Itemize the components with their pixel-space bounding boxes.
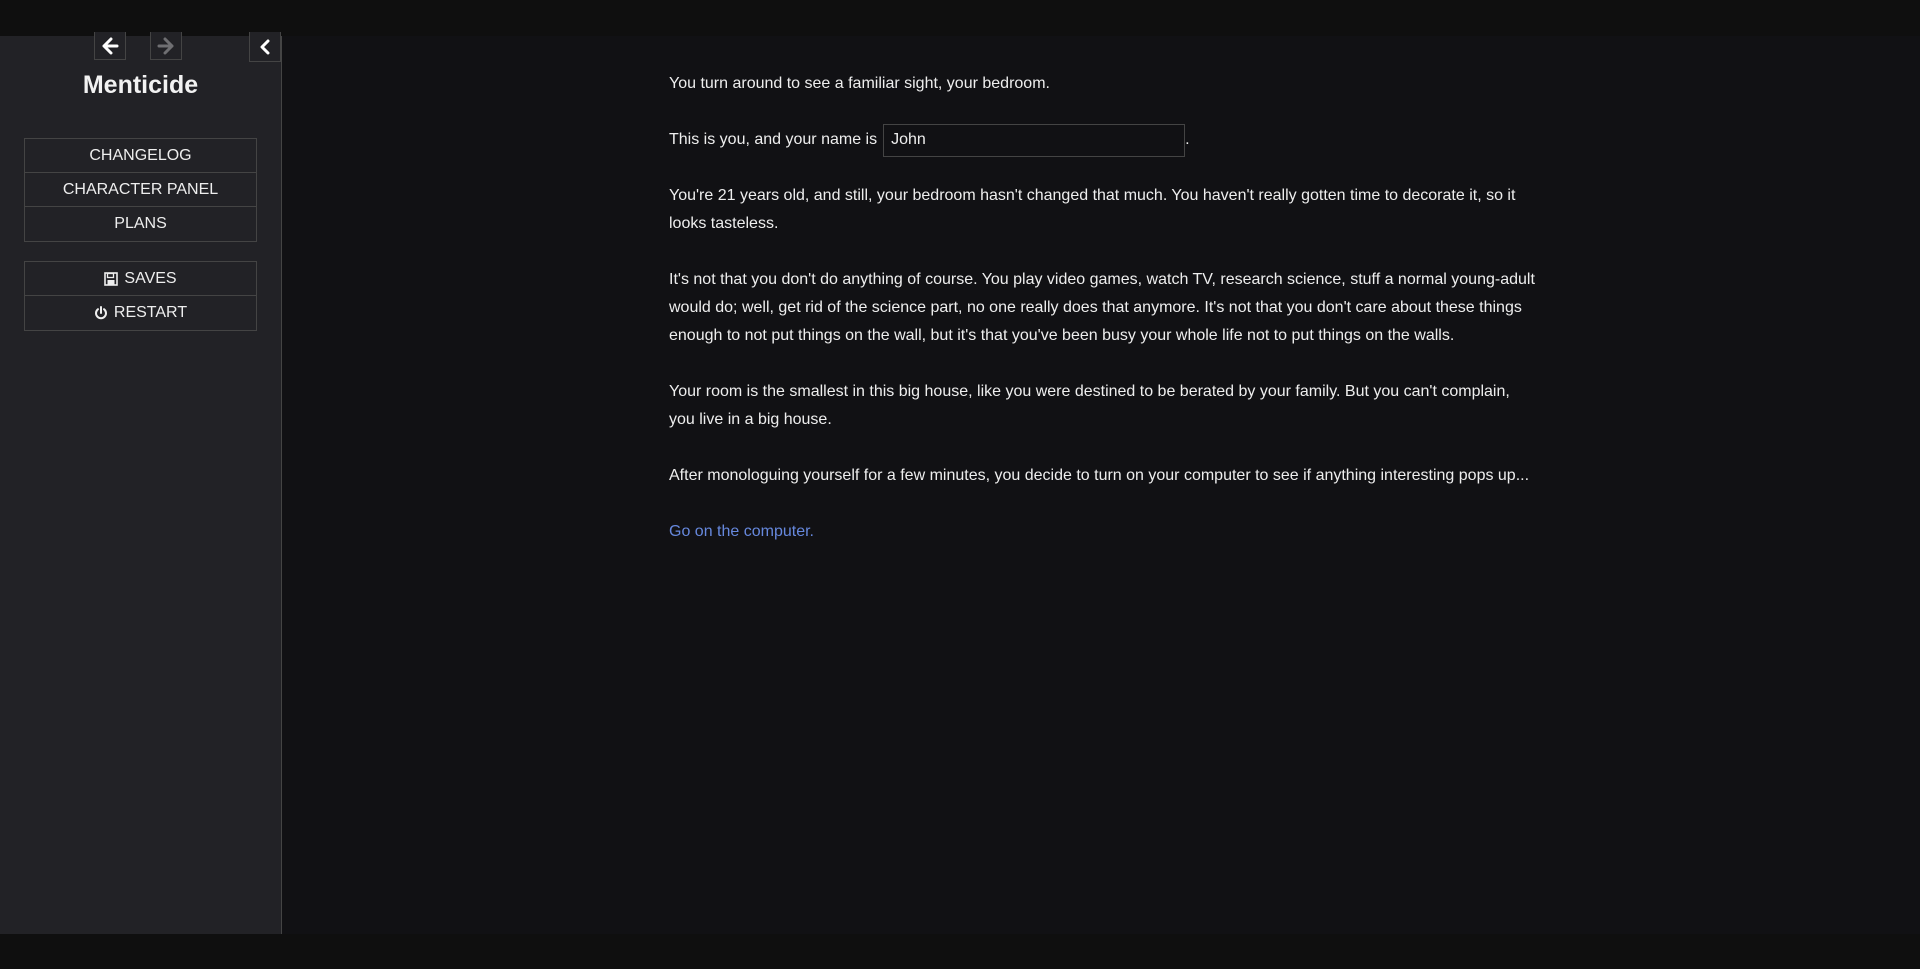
menu-item-plans[interactable]: PLANS — [25, 207, 256, 241]
name-row: This is you, and your name is . — [669, 123, 1539, 157]
passage-paragraph: You turn around to see a familiar sight,… — [669, 75, 1050, 92]
name-prompt: This is you, and your name is — [669, 131, 878, 148]
passage: You turn around to see a familiar sight,… — [669, 70, 1539, 574]
menu-item-label: SAVES — [124, 269, 177, 287]
menu-item-character-panel[interactable]: CHARACTER PANEL — [25, 173, 256, 207]
menu-item-label: RESTART — [113, 304, 188, 321]
passage-paragraph: You're 21 years old, and still, your bed… — [669, 187, 1516, 232]
arrow-right-icon — [157, 37, 174, 54]
menu-item-label: CHARACTER PANEL — [62, 180, 219, 198]
story-menu: CHANGELOG CHARACTER PANEL PLANS — [24, 138, 257, 242]
game-viewport: Menticide CHANGELOG CHARACTER PANEL PLAN… — [0, 32, 1920, 934]
name-suffix: . — [1185, 131, 1190, 148]
story-title: Menticide — [82, 71, 199, 99]
name-input[interactable] — [883, 123, 1186, 157]
menu-item-saves[interactable]: SAVES — [25, 262, 256, 296]
menu-item-label: CHANGELOG — [89, 146, 192, 164]
menu-item-label: PLANS — [114, 215, 167, 232]
passage-paragraph: It's not that you don't do anything of c… — [669, 271, 1535, 344]
passage-paragraph: Your room is the smallest in this big ho… — [669, 383, 1510, 428]
go-on-computer-link[interactable]: Go on the computer. — [669, 523, 814, 540]
sidebar-toggle-button[interactable] — [249, 32, 281, 62]
history-controls — [94, 32, 182, 60]
power-icon — [94, 306, 107, 320]
passage-paragraph: After monologuing yourself for a few min… — [669, 467, 1530, 484]
core-menu: SAVES RESTART — [24, 261, 257, 331]
history-forward-button[interactable] — [150, 32, 182, 60]
link-paragraph: Go on the computer. — [669, 518, 1539, 546]
ui-bar: Menticide CHANGELOG CHARACTER PANEL PLAN… — [0, 32, 282, 934]
floppy-disk-icon — [104, 271, 119, 286]
arrow-left-icon — [102, 37, 119, 54]
menu-item-restart[interactable]: RESTART — [25, 296, 256, 330]
chevron-left-icon — [260, 39, 270, 54]
history-back-button[interactable] — [94, 32, 126, 60]
menu-item-changelog[interactable]: CHANGELOG — [25, 139, 256, 173]
